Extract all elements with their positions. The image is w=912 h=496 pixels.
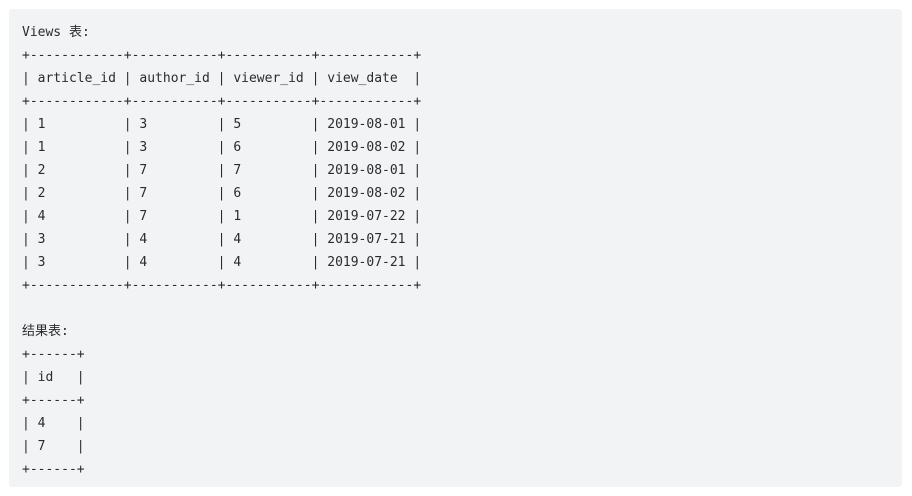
views-table-row: | 3 | 4 | 4 | 2019-07-21 |: [22, 232, 422, 247]
views-table-bottom-border: +------------+-----------+-----------+--…: [22, 278, 422, 293]
result-table-bottom-border: +------+: [22, 462, 85, 477]
views-table-row: | 3 | 4 | 4 | 2019-07-21 |: [22, 255, 422, 270]
result-table-top-border: +------+: [22, 347, 85, 362]
views-table-row: | 2 | 7 | 7 | 2019-08-01 |: [22, 163, 422, 178]
views-table-row: | 1 | 3 | 6 | 2019-08-02 |: [22, 140, 422, 155]
views-table-top-border: +------------+-----------+-----------+--…: [22, 48, 422, 63]
result-table-header-row: | id |: [22, 370, 85, 385]
result-table-title: 结果表:: [22, 324, 69, 339]
views-table-row: | 1 | 3 | 5 | 2019-08-01 |: [22, 117, 422, 132]
views-table-header-separator: +------------+-----------+-----------+--…: [22, 94, 422, 109]
views-table-row: | 4 | 7 | 1 | 2019-07-22 |: [22, 209, 422, 224]
views-table-row: | 2 | 7 | 6 | 2019-08-02 |: [22, 186, 422, 201]
result-table-row: | 4 |: [22, 416, 85, 431]
result-table-header-separator: +------+: [22, 393, 85, 408]
views-table-header-row: | article_id | author_id | viewer_id | v…: [22, 71, 422, 86]
views-table-title: Views 表:: [22, 25, 90, 40]
result-table-row: | 7 |: [22, 439, 85, 454]
code-block: Views 表: +------------+-----------+-----…: [9, 9, 902, 487]
